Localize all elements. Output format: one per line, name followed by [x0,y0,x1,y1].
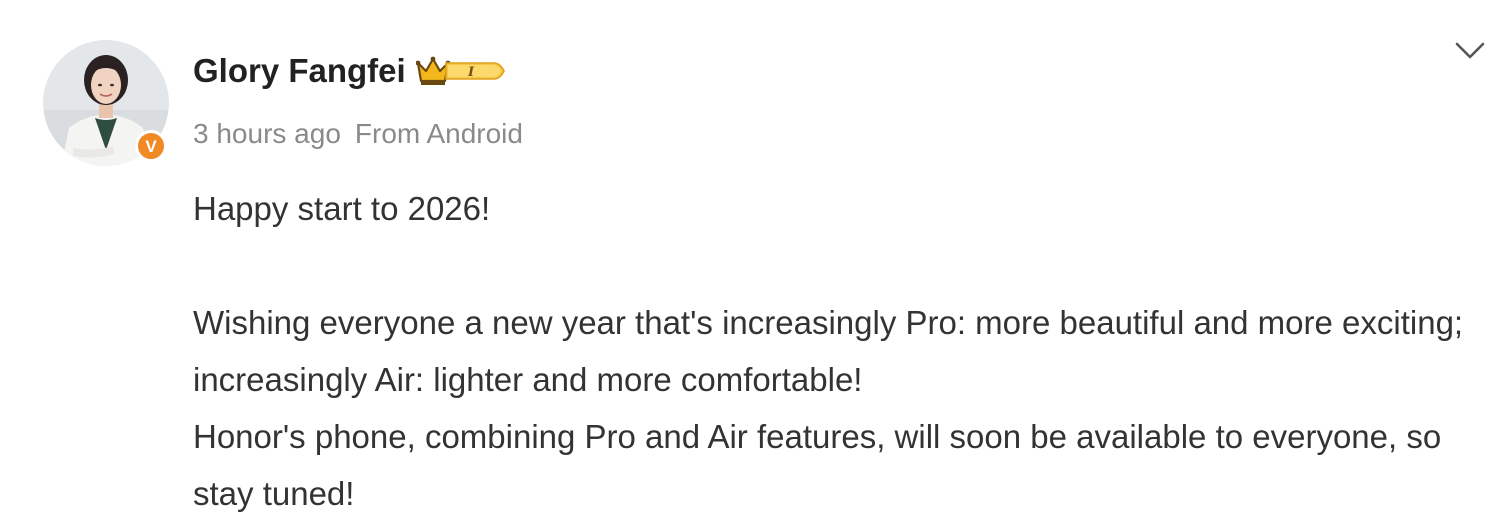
verified-badge-icon: V [135,130,167,162]
username-link[interactable]: Glory Fangfei [193,52,406,90]
post-text-line: Happy start to 2026! [193,190,491,227]
rank-badge-label: I [467,65,475,80]
verified-badge-label: V [145,136,157,156]
post-text-paragraph: Honor's phone, combining Pro and Air fea… [193,418,1442,512]
post-meta: 3 hours ago From Android [193,118,523,150]
post-content: Happy start to 2026! Wishing everyone a … [193,180,1483,522]
post-text-paragraph: Wishing everyone a new year that's incre… [193,304,1464,398]
post-source: From Android [354,118,523,149]
post-time[interactable]: 3 hours ago [193,118,341,150]
post-card: V Glory Fangfei I 3 hours ago From Andro… [0,0,1510,512]
crown-rank-badge-icon[interactable]: I [415,53,508,89]
avatar[interactable]: V [43,40,169,166]
chevron-down-icon[interactable] [1452,36,1488,66]
post-header: Glory Fangfei I [193,52,508,90]
